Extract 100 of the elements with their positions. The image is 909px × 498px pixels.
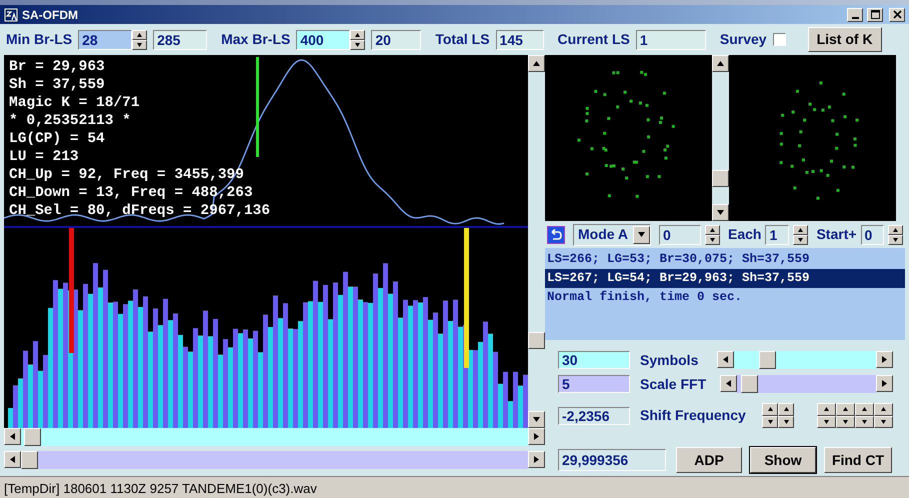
spin-field[interactable]: 28: [78, 30, 132, 50]
minimize-button[interactable]: [847, 8, 863, 22]
readout-line: LU = 213: [9, 148, 80, 166]
spin-down-button[interactable]: [836, 416, 855, 428]
down-arrow-icon: [533, 417, 540, 422]
readout-line: Sh = 37,559: [9, 76, 106, 94]
value-field[interactable]: 30: [558, 351, 630, 369]
spin-down-button[interactable]: [705, 234, 720, 244]
spin-up-button[interactable]: [874, 403, 893, 416]
scroll-up-button[interactable]: [528, 55, 545, 72]
spin-down-button[interactable]: [817, 416, 836, 428]
spin-field[interactable]: 400: [296, 30, 350, 50]
field-label: Symbols: [640, 350, 700, 370]
scroll-right-button[interactable]: [528, 451, 545, 468]
action-button[interactable]: Show: [750, 447, 816, 473]
spin-up-button[interactable]: [705, 224, 720, 234]
scrollbar-thumb[interactable]: [21, 451, 38, 469]
log-entry[interactable]: Normal finish, time 0 sec.: [545, 288, 905, 307]
up-arrow-icon: [892, 228, 898, 232]
left-arrow-icon: [10, 456, 15, 463]
slider-thumb[interactable]: [740, 375, 758, 393]
scroll-down-button[interactable]: [528, 411, 545, 428]
field-label: Shift Frequency: [640, 406, 747, 425]
close-icon: [892, 10, 902, 19]
log-entry[interactable]: LS=266; LG=53; Br=30,075; Sh=37,559: [545, 250, 905, 269]
app-logo-icon: [4, 8, 18, 22]
spin-field[interactable]: 0: [860, 224, 884, 244]
scroll-left-button[interactable]: [717, 351, 734, 368]
spin-up-button[interactable]: [836, 403, 855, 416]
spin-field[interactable]: 1: [765, 224, 790, 244]
scrollbar-thumb[interactable]: [528, 332, 545, 349]
slider-thumb[interactable]: [759, 351, 776, 369]
down-arrow-icon: [355, 42, 360, 46]
spin-down-button[interactable]: [888, 234, 903, 244]
status-bar: [TempDir] 180601 1130Z 9257 TANDEME1(0)(c3).wav: [0, 476, 909, 498]
window-title: SA-OFDM: [22, 6, 79, 24]
up-arrow-icon: [717, 61, 724, 66]
down-arrow-icon: [798, 238, 804, 242]
value-field[interactable]: 20: [371, 30, 422, 50]
close-button[interactable]: [889, 8, 905, 22]
survey-checkbox[interactable]: [772, 33, 786, 46]
mode-select[interactable]: Mode A: [573, 224, 651, 246]
value-field[interactable]: 285: [153, 30, 208, 50]
spin-up-button[interactable]: [817, 403, 836, 416]
scrollbar-thumb[interactable]: [712, 170, 729, 187]
scroll-left-button[interactable]: [4, 451, 21, 468]
value-field[interactable]: 5: [558, 375, 630, 393]
spin-up-button[interactable]: [888, 224, 903, 234]
down-arrow-icon: [768, 420, 772, 424]
up-arrow-icon: [355, 32, 360, 36]
scroll-down-button[interactable]: [712, 204, 729, 221]
minimize-icon: [852, 16, 858, 18]
up-arrow-icon: [533, 61, 540, 66]
scrollbar-thumb[interactable]: [24, 428, 41, 446]
maximize-button[interactable]: [867, 8, 883, 22]
spin-up-button[interactable]: [350, 30, 366, 40]
field-label: Scale FFT: [640, 374, 708, 394]
down-arrow-icon: [784, 420, 788, 424]
value-field[interactable]: 1: [636, 30, 706, 50]
spin-down-button[interactable]: [874, 416, 893, 428]
spin-field[interactable]: 0: [659, 224, 701, 244]
up-arrow-icon: [784, 407, 788, 412]
down-arrow-icon: [717, 210, 724, 215]
back-button[interactable]: [547, 226, 565, 244]
spin-up-button[interactable]: [855, 403, 874, 416]
scroll-right-button[interactable]: [528, 428, 545, 445]
left-arrow-icon: [10, 433, 15, 440]
up-arrow-icon: [862, 407, 867, 412]
spin-down-button[interactable]: [132, 40, 148, 50]
spin-up-button[interactable]: [762, 403, 778, 416]
value-field[interactable]: 145: [496, 30, 544, 50]
scroll-left-button[interactable]: [720, 375, 737, 392]
readout-line: LG(CP) = 54: [9, 130, 106, 148]
down-arrow-icon: [892, 238, 898, 242]
down-arrow-icon: [638, 232, 645, 237]
maximize-icon: [870, 10, 880, 19]
spin-up-button[interactable]: [778, 403, 794, 416]
scroll-left-button[interactable]: [4, 428, 21, 445]
left-arrow-icon: [723, 356, 728, 363]
value-field[interactable]: -2,2356: [558, 406, 630, 424]
action-button[interactable]: Find CT: [824, 447, 892, 473]
spin-down-button[interactable]: [778, 416, 794, 428]
field-label: Max Br-LS: [221, 30, 290, 49]
scroll-right-button[interactable]: [876, 351, 893, 368]
action-button[interactable]: ADP: [676, 447, 742, 473]
spin-down-button[interactable]: [855, 416, 874, 428]
right-arrow-icon: [534, 433, 539, 440]
spin-down-button[interactable]: [762, 416, 778, 428]
spin-down-button[interactable]: [350, 40, 366, 50]
list-button[interactable]: List of K: [808, 27, 882, 52]
up-arrow-icon: [843, 407, 848, 412]
scroll-right-button[interactable]: [876, 375, 893, 392]
readout-line: Br = 29,963: [9, 58, 106, 76]
spin-up-button[interactable]: [793, 224, 808, 234]
spin-down-button[interactable]: [793, 234, 808, 244]
log-entry[interactable]: LS=267; LG=54; Br=29,963; Sh=37,559: [545, 269, 905, 288]
value-field[interactable]: 29,999356: [558, 449, 666, 471]
down-arrow-icon: [862, 420, 867, 424]
spin-up-button[interactable]: [132, 30, 148, 40]
scroll-up-button[interactable]: [712, 55, 729, 72]
